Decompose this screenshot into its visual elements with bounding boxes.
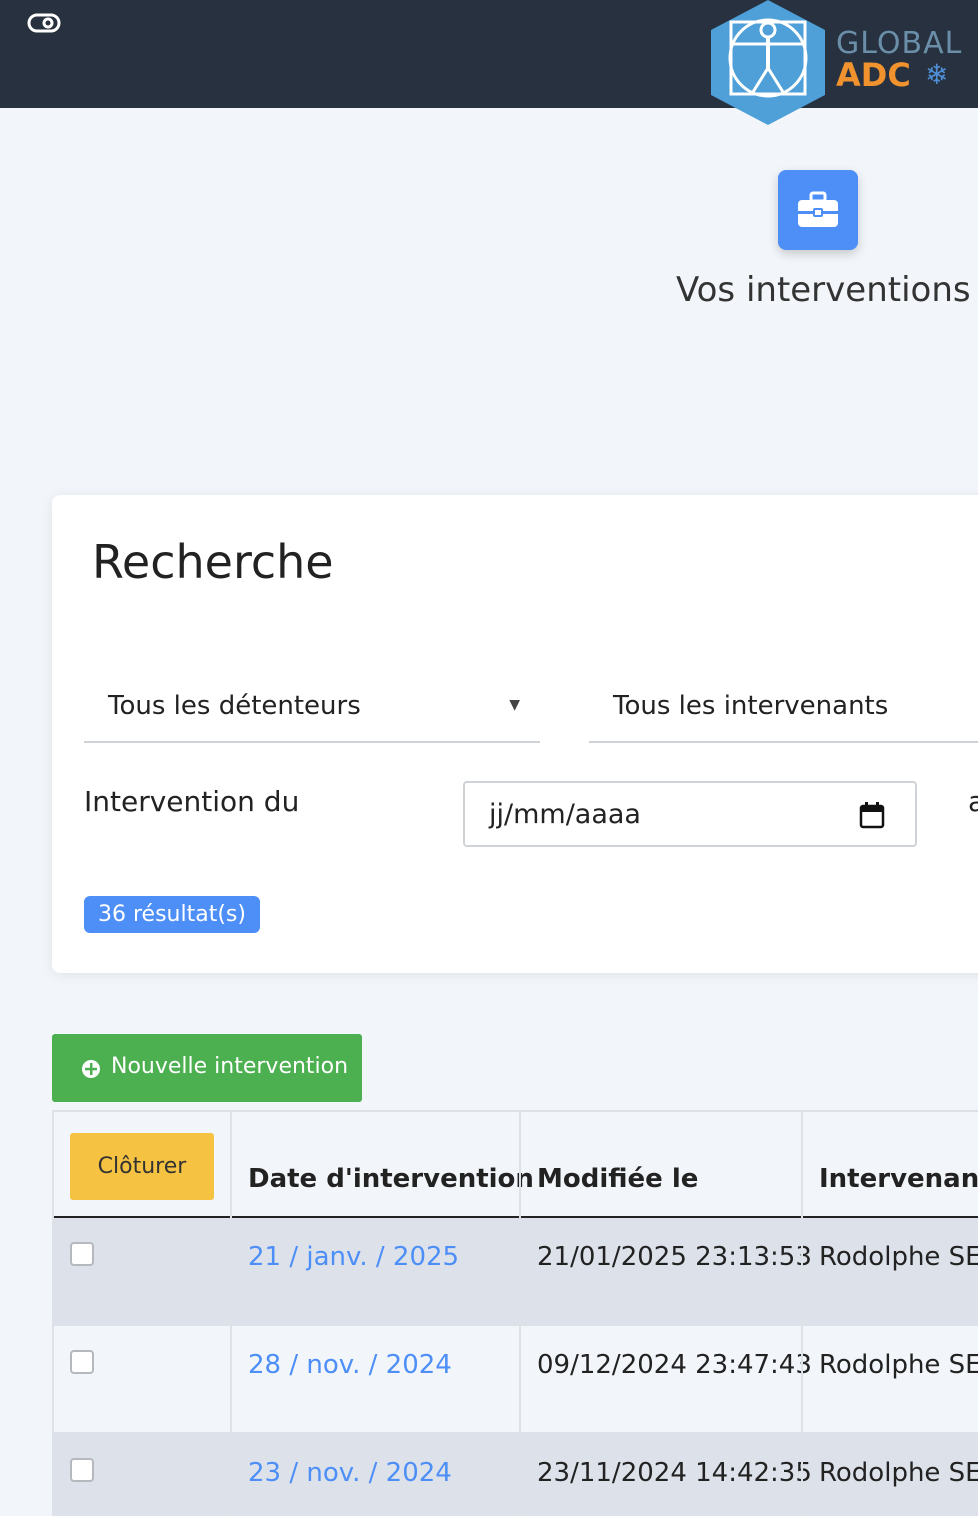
column-header-date[interactable]: Date d'intervention	[248, 1164, 534, 1194]
intervenant-name: Rodolphe SER	[819, 1458, 978, 1488]
date-from-input[interactable]: jj/mm/aaaa	[463, 781, 917, 847]
calendar-icon[interactable]	[859, 801, 885, 829]
search-title: Recherche	[92, 535, 334, 589]
intervention-date-link[interactable]: 23 / nov. / 2024	[248, 1458, 452, 1488]
results-count-badge: 36 résultat(s)	[84, 896, 260, 933]
intervenants-select[interactable]: Tous les intervenants	[589, 679, 978, 743]
page-title: Vos interventions	[676, 270, 971, 310]
intervenant-name: Rodolphe SER	[819, 1242, 978, 1272]
briefcase-badge	[778, 170, 858, 250]
new-intervention-label: Nouvelle intervention	[111, 1054, 349, 1079]
plus-circle-icon	[82, 1060, 100, 1078]
date-to-label: a	[968, 785, 978, 818]
intervenants-select-value: Tous les intervenants	[613, 691, 889, 721]
table-border	[52, 1110, 54, 1516]
row-checkbox[interactable]	[70, 1242, 94, 1266]
snowflake-icon: ❄	[925, 58, 949, 91]
column-header-modified[interactable]: Modifiée le	[537, 1164, 698, 1194]
modified-date: 21/01/2025 23:13:53	[537, 1242, 812, 1272]
detenteurs-select[interactable]: Tous les détenteurs ▼	[84, 679, 540, 743]
table-header: Clôturer Date d'intervention Modifiée le…	[52, 1110, 978, 1218]
column-divider	[801, 1110, 803, 1516]
column-divider	[230, 1110, 232, 1516]
chevron-down-icon: ▼	[509, 697, 520, 713]
column-divider	[519, 1110, 521, 1516]
detenteurs-select-value: Tous les détenteurs	[108, 691, 361, 721]
row-checkbox[interactable]	[70, 1350, 94, 1374]
row-checkbox[interactable]	[70, 1458, 94, 1482]
interventions-table: Clôturer Date d'intervention Modifiée le…	[52, 1110, 978, 1516]
table-row[interactable]: 21 / janv. / 2025 21/01/2025 23:13:53 Ro…	[52, 1218, 978, 1326]
search-card: Recherche Tous les détenteurs ▼ Tous les…	[52, 495, 978, 973]
new-intervention-button[interactable]: Nouvelle intervention	[52, 1034, 362, 1102]
intervenant-name: Rodolphe SER	[819, 1350, 978, 1380]
column-header-intervenant[interactable]: Intervenant	[819, 1164, 978, 1194]
close-button[interactable]: Clôturer	[70, 1133, 214, 1200]
table-row[interactable]: 23 / nov. / 2024 23/11/2024 14:42:35 Rod…	[52, 1434, 978, 1516]
intervention-date-link[interactable]: 21 / janv. / 2025	[248, 1242, 459, 1272]
date-from-label: Intervention du	[84, 785, 300, 818]
date-placeholder: jj/mm/aaaa	[489, 799, 641, 830]
logo-text-adc: ADC	[836, 56, 911, 94]
vitruvian-logo-icon	[711, 0, 825, 125]
table-row[interactable]: 28 / nov. / 2024 09/12/2024 23:47:43 Rod…	[52, 1326, 978, 1434]
briefcase-icon	[798, 191, 838, 227]
intervention-date-link[interactable]: 28 / nov. / 2024	[248, 1350, 452, 1380]
top-navbar: GLOBAL ADC ❄	[0, 0, 978, 125]
toggle-sidebar-icon[interactable]	[27, 11, 61, 35]
modified-date: 09/12/2024 23:47:43	[537, 1350, 812, 1380]
modified-date: 23/11/2024 14:42:35	[537, 1458, 812, 1488]
